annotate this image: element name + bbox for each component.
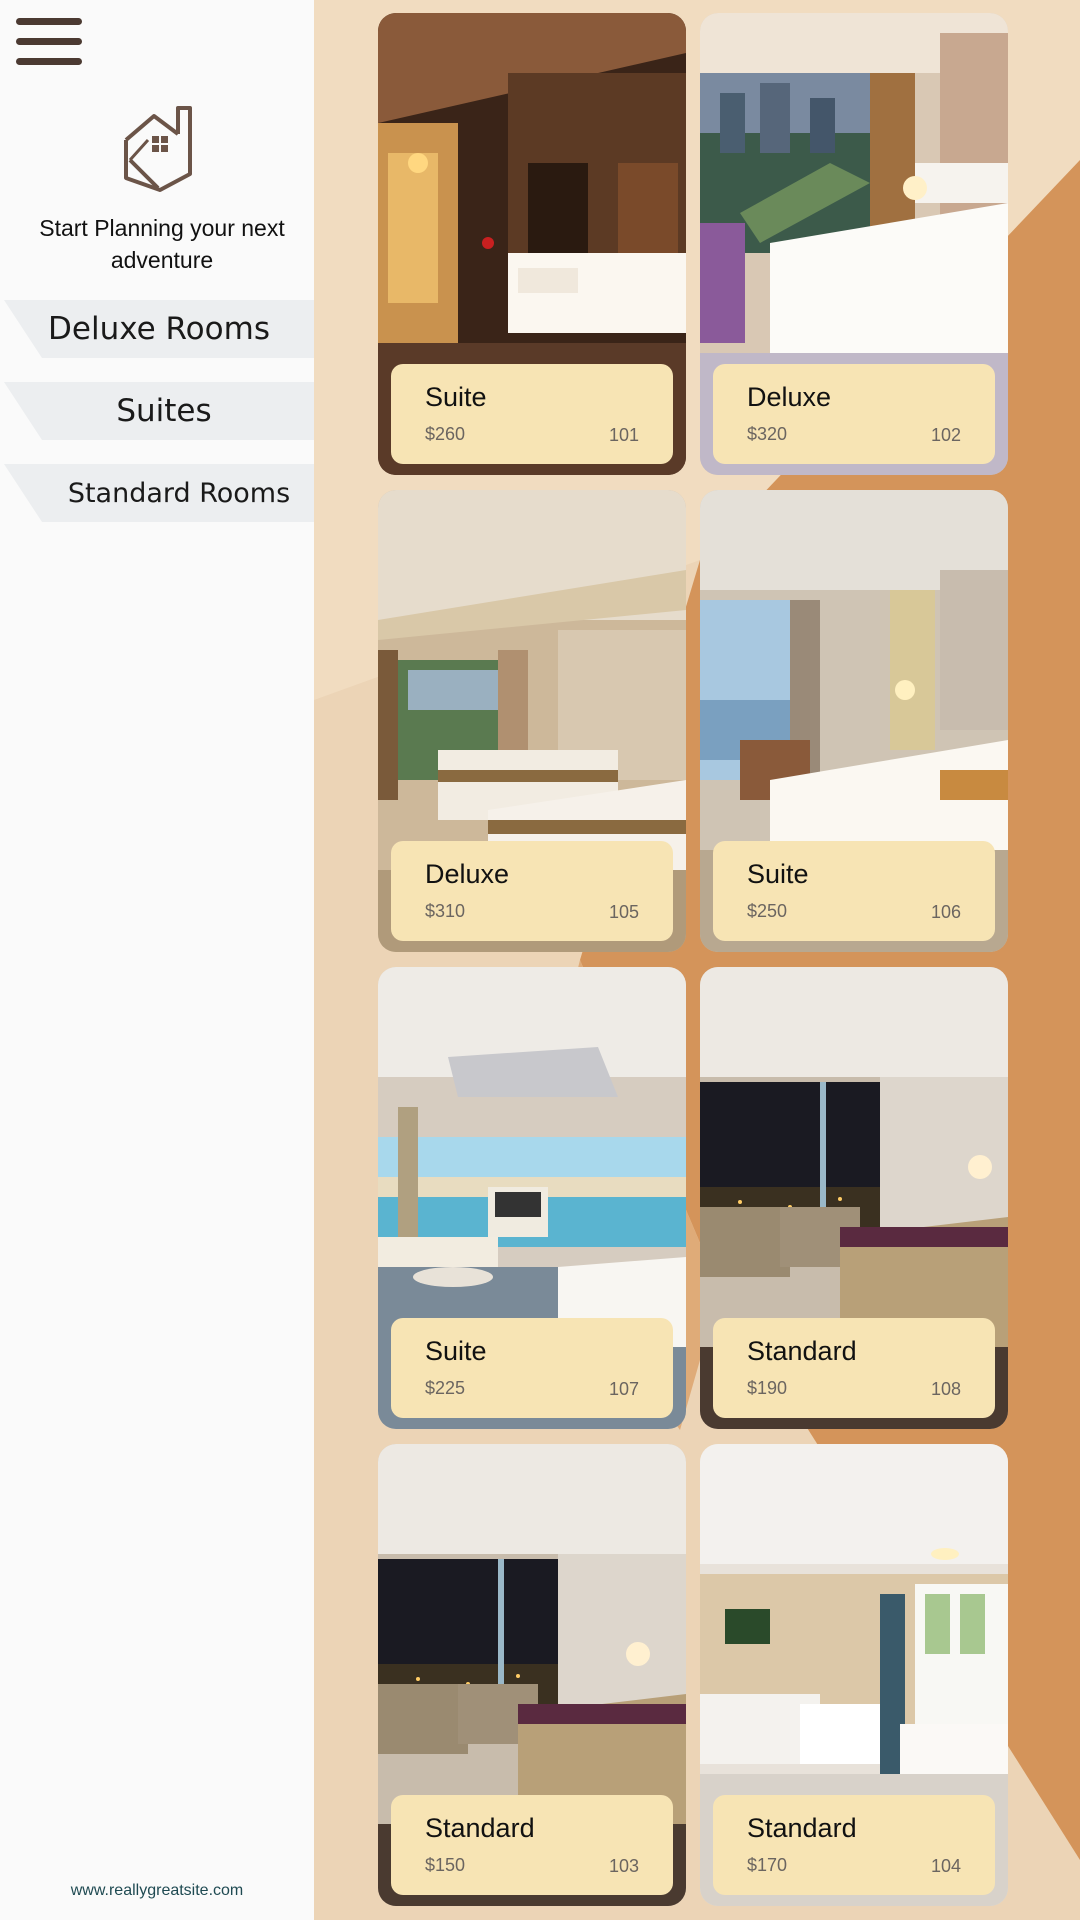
room-type: Suite (747, 859, 809, 889)
room-price: $310 (425, 901, 466, 921)
house-logo-icon (124, 106, 192, 192)
room-card-102[interactable]: Deluxe $320 102 (700, 13, 1008, 475)
room-number: 101 (608, 425, 639, 445)
room-price: $260 (425, 424, 466, 444)
room-price: $150 (425, 1855, 466, 1875)
room-number: 103 (608, 1856, 639, 1876)
room-type: Deluxe (425, 859, 510, 889)
sidebar: Start Planning your next adventure Delux… (0, 0, 314, 1920)
room-card-107[interactable]: Suite $225 107 (378, 967, 686, 1429)
room-price: $225 (425, 1378, 466, 1398)
room-type: Standard (747, 1813, 857, 1843)
website-link[interactable]: www.reallygreatsite.com (0, 1882, 314, 1900)
room-type: Suite (425, 382, 487, 412)
hamburger-menu-icon[interactable] (16, 18, 82, 66)
tagline: Start Planning your next adventure (39, 215, 285, 273)
room-info: Deluxe $310 105 (391, 841, 673, 941)
nav-standard-rooms[interactable]: Standard Rooms (4, 464, 314, 522)
room-info: Standard $190 108 (713, 1318, 995, 1418)
room-info: Standard $150 103 (391, 1795, 673, 1895)
room-info: Suite $260 101 (391, 364, 673, 464)
room-card-103[interactable]: Standard $150 103 (378, 1444, 686, 1906)
room-info: Suite $250 106 (713, 841, 995, 941)
room-number: 106 (930, 902, 961, 922)
room-card-106[interactable]: Suite $250 106 (700, 490, 1008, 952)
room-number: 105 (608, 902, 639, 922)
room-info: Suite $225 107 (391, 1318, 673, 1418)
room-type: Standard (747, 1336, 857, 1366)
room-info: Standard $170 104 (713, 1795, 995, 1895)
room-type: Deluxe (747, 382, 832, 412)
room-price: $320 (747, 424, 788, 444)
room-type: Standard (425, 1813, 535, 1843)
room-card-105[interactable]: Deluxe $310 105 (378, 490, 686, 952)
room-card-101[interactable]: Suite $260 101 (378, 13, 686, 475)
nav-deluxe-rooms[interactable]: Deluxe Rooms (4, 300, 314, 358)
room-card-104[interactable]: Standard $170 104 (700, 1444, 1008, 1906)
room-info: Deluxe $320 102 (713, 364, 995, 464)
nav-suites[interactable]: Suites (4, 382, 314, 440)
room-number: 104 (930, 1856, 961, 1876)
room-number: 107 (608, 1379, 639, 1399)
room-card-108[interactable]: Standard $190 108 (700, 967, 1008, 1429)
room-price: $190 (747, 1378, 788, 1398)
room-type: Suite (425, 1336, 487, 1366)
room-number: 108 (930, 1379, 961, 1399)
room-number: 102 (930, 425, 961, 445)
room-price: $170 (747, 1855, 788, 1875)
room-price: $250 (747, 901, 788, 921)
